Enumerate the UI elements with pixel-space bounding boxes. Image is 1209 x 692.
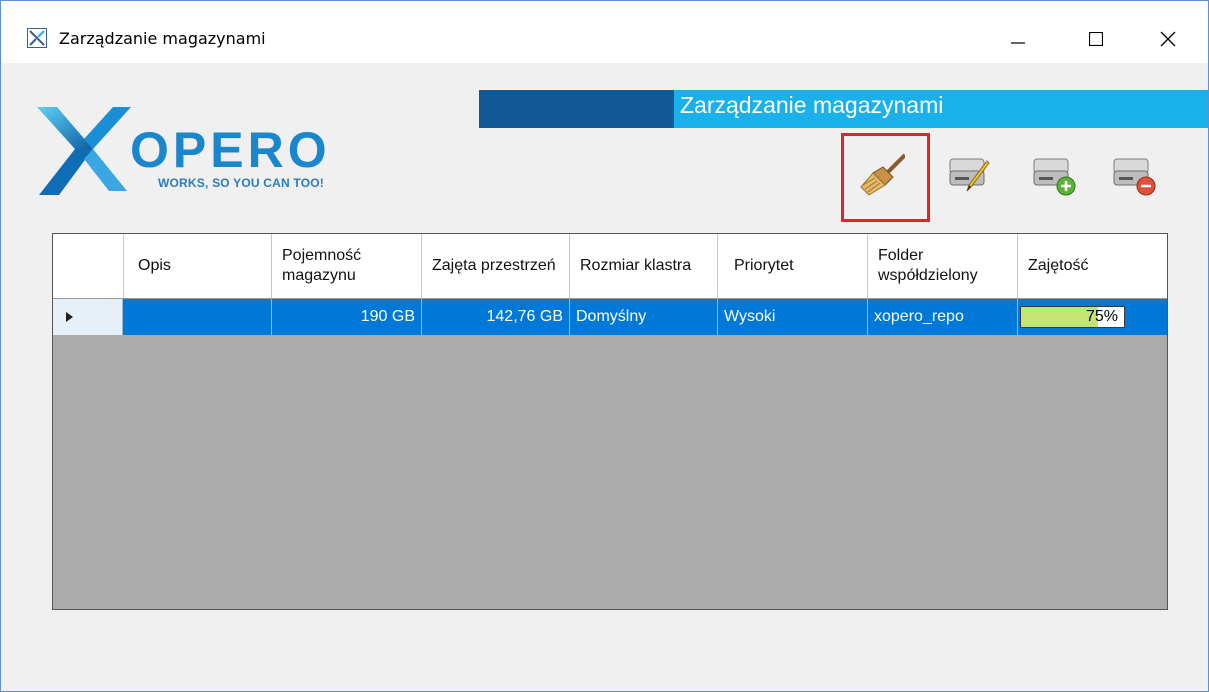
maximize-icon bbox=[1089, 32, 1103, 46]
row-header[interactable] bbox=[53, 299, 123, 335]
logo-tagline: WORKS, SO YOU CAN TOO! bbox=[158, 176, 324, 190]
column-header-pojemnosc[interactable]: Pojemność magazynu bbox=[272, 234, 422, 298]
svg-text:OPERO: OPERO bbox=[130, 122, 331, 178]
cell-opis[interactable] bbox=[123, 299, 272, 335]
client-area: OPERO WORKS, SO YOU CAN TOO! Zarządzanie… bbox=[1, 63, 1208, 691]
maximize-button[interactable] bbox=[1073, 19, 1119, 59]
close-button[interactable] bbox=[1145, 19, 1191, 59]
row-pointer-icon bbox=[66, 312, 73, 322]
usage-bar: 75% bbox=[1020, 306, 1125, 328]
banner-dark-block bbox=[479, 90, 674, 128]
banner-title: Zarządzanie magazynami bbox=[680, 92, 944, 118]
broom-icon[interactable] bbox=[859, 151, 905, 197]
column-header-klaster[interactable]: Rozmiar klastra bbox=[570, 234, 718, 298]
app-window: Zarządzanie magazynami OPERO WORKS, SO Y bbox=[0, 0, 1209, 692]
minimize-button[interactable] bbox=[995, 19, 1041, 59]
column-header-priorytet[interactable]: Priorytet bbox=[718, 234, 868, 298]
title-bar[interactable]: Zarządzanie magazynami bbox=[1, 1, 1208, 63]
window-title: Zarządzanie magazynami bbox=[59, 29, 266, 48]
column-header-opis[interactable]: Opis bbox=[124, 234, 272, 298]
close-icon bbox=[1160, 31, 1176, 47]
usage-percent: 75% bbox=[1085, 308, 1118, 325]
column-header-folder[interactable]: Folder współdzielony bbox=[868, 234, 1018, 298]
cell-zajeta[interactable]: 142,76 GB bbox=[422, 299, 570, 335]
cell-folder[interactable]: xopero_repo bbox=[868, 299, 1018, 335]
table-header: Opis Pojemność magazynu Zajęta przestrze… bbox=[53, 234, 1167, 299]
cell-priorytet[interactable]: Wysoki bbox=[718, 299, 868, 335]
add-drive-icon[interactable] bbox=[1031, 151, 1077, 197]
cell-pojemnosc[interactable]: 190 GB bbox=[272, 299, 422, 335]
storage-table: Opis Pojemność magazynu Zajęta przestrze… bbox=[52, 233, 1168, 610]
edit-drive-icon[interactable] bbox=[947, 151, 993, 197]
remove-drive-icon[interactable] bbox=[1111, 151, 1157, 197]
minimize-icon bbox=[1011, 42, 1025, 44]
column-header-zajeta[interactable]: Zajęta przestrzeń bbox=[422, 234, 570, 298]
table-row[interactable]: 190 GB 142,76 GB Domyślny Wysoki xopero_… bbox=[53, 299, 1167, 335]
column-header-zajetosc[interactable]: Zajętość bbox=[1018, 234, 1167, 298]
row-header-corner bbox=[53, 234, 124, 298]
cell-klaster[interactable]: Domyślny bbox=[570, 299, 718, 335]
app-icon bbox=[27, 28, 47, 48]
